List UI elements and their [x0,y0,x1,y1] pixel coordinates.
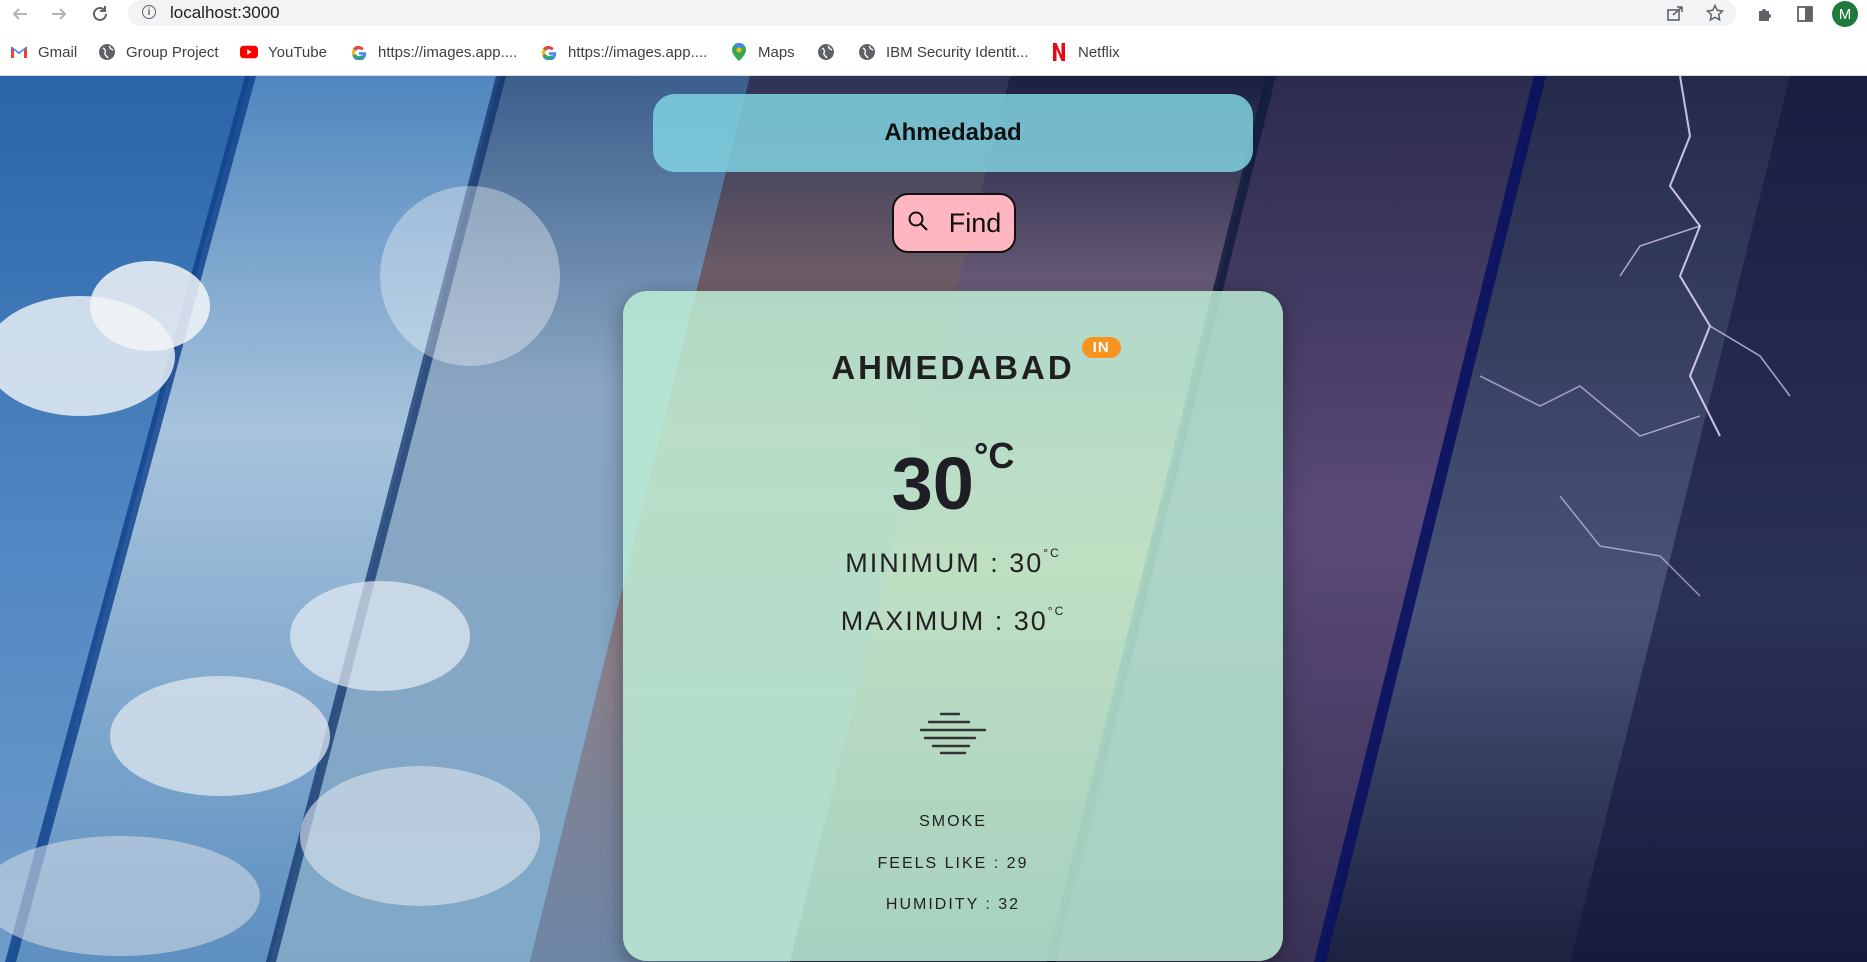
bookmark-untitled[interactable] [817,42,845,62]
weather-card: AHMEDABAD IN 30°C MINIMUM : 30°C MAXIMUM… [623,291,1283,961]
search-icon [907,210,929,237]
google-icon [350,43,368,61]
find-button-label: Find [948,207,1002,238]
browser-toolbar: i localhost:3000 M [0,0,1867,28]
globe-icon [858,43,876,61]
minimum-unit: °C [1043,546,1061,560]
bookmark-netflix[interactable]: Netflix [1050,42,1120,62]
maximum-temperature: MAXIMUM : 30°C [623,604,1283,637]
reload-icon[interactable] [88,2,112,26]
city-name: AHMEDABAD [831,349,1075,386]
maps-icon [730,43,748,61]
globe-icon [98,43,116,61]
address-bar[interactable]: i localhost:3000 [128,0,1736,26]
country-badge: IN [1081,337,1121,358]
minimum-temperature: MINIMUM : 30°C [623,546,1283,579]
bookmark-star-icon[interactable] [1704,2,1726,24]
current-temperature: 30°C [623,435,1283,526]
city-title: AHMEDABAD IN [623,337,1283,387]
bookmark-ibm-security[interactable]: IBM Security Identit... [858,42,1029,62]
find-button[interactable]: Find [892,193,1016,253]
site-info-icon[interactable]: i [142,5,156,19]
smoke-icon [919,711,987,760]
bookmark-images-app-1[interactable]: https://images.app.... [350,42,517,62]
share-icon[interactable] [1664,2,1686,24]
bookmark-maps[interactable]: Maps [730,42,795,62]
maximum-label: MAXIMUM : 30 [840,606,1048,636]
humidity: HUMIDITY : 32 [885,896,1021,913]
temperature-unit: °C [973,435,1015,476]
bookmarks-bar: Gmail Group Project YouTube https://imag… [0,28,1867,76]
gmail-icon [10,43,28,61]
forward-arrow-icon[interactable] [47,2,71,26]
weather-condition: SMOKE [919,813,987,830]
side-panel-icon[interactable] [1793,2,1817,26]
bookmark-gmail[interactable]: Gmail [10,42,77,62]
globe-icon [817,43,835,61]
google-icon [540,43,558,61]
minimum-label: MINIMUM : 30 [845,548,1044,578]
youtube-icon [240,43,258,61]
bookmark-images-app-2[interactable]: https://images.app.... [540,42,707,62]
extensions-puzzle-icon[interactable] [1753,2,1777,26]
netflix-icon [1050,43,1068,61]
city-search-input[interactable] [653,94,1253,172]
weather-page: Find AHMEDABAD IN 30°C MINIMUM : 30°C MA… [0,76,1867,962]
profile-avatar[interactable]: M [1832,1,1858,27]
address-url[interactable]: localhost:3000 [170,3,280,23]
temperature-value: 30 [891,442,974,525]
back-arrow-icon[interactable] [8,2,32,26]
feels-like: FEELS LIKE : 29 [877,855,1029,872]
bookmark-youtube[interactable]: YouTube [240,42,327,62]
bookmark-group-project[interactable]: Group Project [98,42,219,62]
maximum-unit: °C [1047,604,1066,618]
